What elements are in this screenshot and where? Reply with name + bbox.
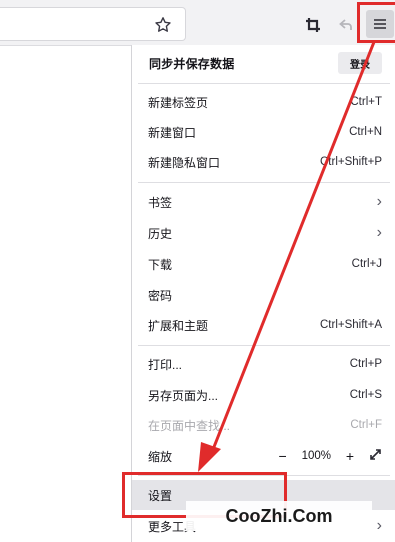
chevron-right-icon: ›: [376, 517, 382, 534]
fullscreen-icon[interactable]: [369, 448, 382, 464]
zoom-controls: − 100% +: [274, 448, 382, 464]
menu-item-label: 扩展和主题: [148, 318, 209, 333]
menu-item-label: 新建标签页: [148, 95, 209, 110]
chevron-right-icon: ›: [376, 224, 382, 241]
menu-item-new-private-window[interactable]: 新建隐私窗口 Ctrl+Shift+P: [132, 147, 395, 177]
menu-button-highlight-box: [357, 2, 395, 43]
menu-item-zoom: 缩放 − 100% +: [132, 441, 395, 471]
chevron-right-icon: ›: [376, 193, 382, 210]
shortcut-label: Ctrl+S: [349, 389, 382, 401]
menu-item-label: 另存页面为...: [148, 388, 219, 403]
menu-item-downloads[interactable]: 下载 Ctrl+J: [132, 249, 395, 279]
shortcut-label: Ctrl+F: [350, 419, 382, 431]
shortcut-label: Ctrl+P: [349, 358, 382, 370]
shortcut-label: Ctrl+N: [349, 126, 382, 138]
zoom-in-button[interactable]: +: [341, 448, 359, 464]
zoom-level[interactable]: 100%: [302, 450, 331, 462]
shortcut-label: Ctrl+Shift+A: [320, 319, 382, 331]
menu-item-label: 历史: [148, 226, 173, 241]
menu-item-history[interactable]: 历史 ›: [132, 218, 395, 248]
menu-item-label: 密码: [148, 288, 173, 303]
watermark: CooZhi.Com: [186, 501, 372, 531]
menu-separator: [138, 83, 390, 84]
menu-item-label: 书签: [148, 195, 173, 210]
menu-item-new-window[interactable]: 新建窗口 Ctrl+N: [132, 117, 395, 147]
back-icon[interactable]: [333, 12, 359, 38]
menu-item-label: 新建隐私窗口: [148, 155, 221, 170]
sync-label: 同步并保存数据: [149, 56, 235, 71]
shortcut-label: Ctrl+T: [350, 96, 382, 108]
app-menu-panel: 同步并保存数据 登录 新建标签页 Ctrl+T 新建窗口 Ctrl+N 新建隐私…: [131, 45, 395, 542]
menu-item-bookmarks[interactable]: 书签 ›: [132, 187, 395, 217]
shortcut-label: Ctrl+J: [351, 258, 382, 270]
menu-item-label: 在页面中查找...: [148, 418, 231, 433]
menu-separator: [138, 345, 390, 346]
menu-item-passwords[interactable]: 密码: [132, 280, 395, 310]
zoom-out-button[interactable]: −: [274, 448, 292, 464]
menu-item-label: 新建窗口: [148, 125, 197, 140]
menu-item-label: 缩放: [148, 449, 173, 464]
menu-item-label: 打印...: [148, 357, 183, 372]
browser-toolbar: [0, 0, 395, 46]
screenshot-crop-icon[interactable]: [300, 12, 326, 38]
menu-item-new-tab[interactable]: 新建标签页 Ctrl+T: [132, 87, 395, 117]
menu-item-find-in-page[interactable]: 在页面中查找... Ctrl+F: [132, 410, 395, 440]
star-icon[interactable]: [150, 12, 176, 38]
menu-item-addons-themes[interactable]: 扩展和主题 Ctrl+Shift+A: [132, 310, 395, 340]
menu-item-print[interactable]: 打印... Ctrl+P: [132, 349, 395, 379]
menu-item-save-page[interactable]: 另存页面为... Ctrl+S: [132, 380, 395, 410]
menu-item-label: 下载: [148, 257, 173, 272]
login-button[interactable]: 登录: [338, 52, 382, 74]
sync-row: 同步并保存数据 登录: [132, 45, 395, 81]
shortcut-label: Ctrl+Shift+P: [320, 156, 382, 168]
menu-separator: [138, 182, 390, 183]
